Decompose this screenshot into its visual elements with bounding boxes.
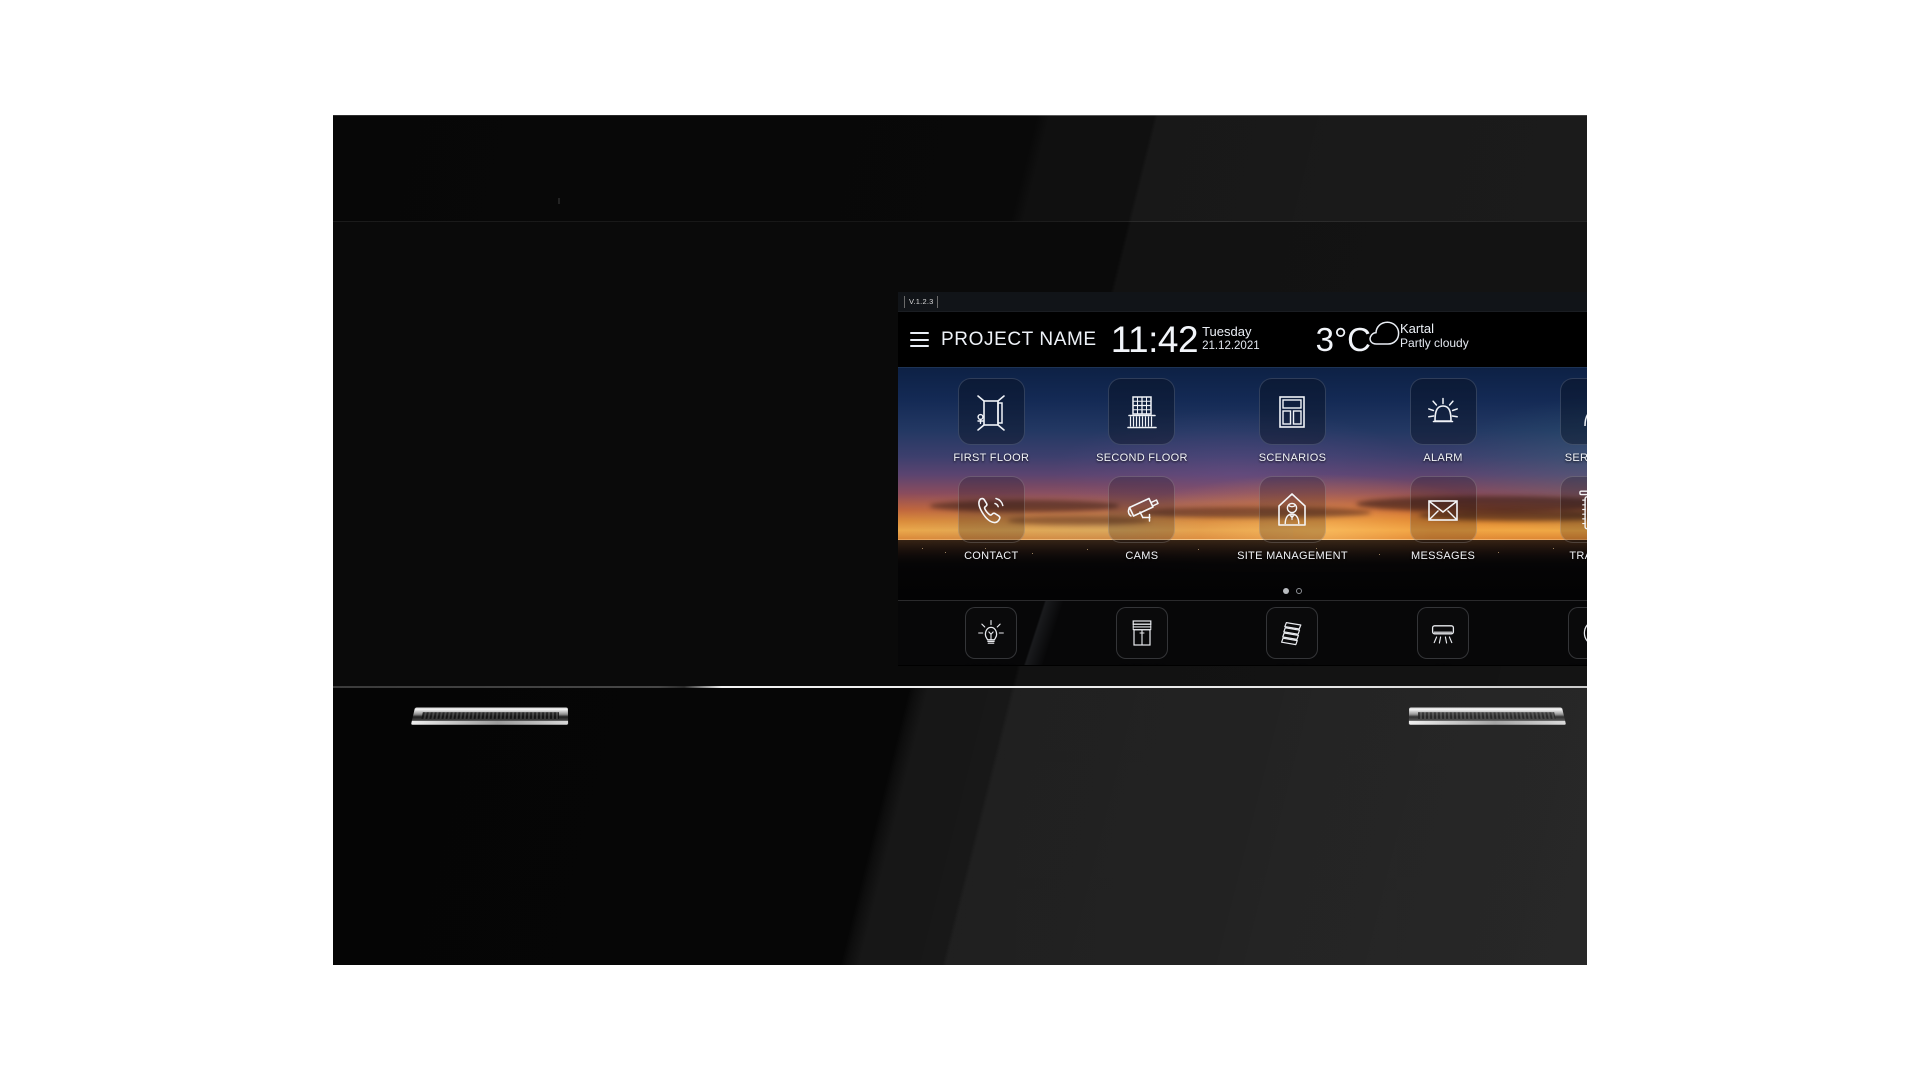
app-grid-row-2: CONTACT CAMS SITE MANAGEMENT MESSAGES TR [898, 476, 1587, 562]
device-frame: V.1.2.3 KNX PROJECT NAME 11:42 [333, 115, 1587, 965]
weather-text-group: Kartal Partly cloudy [1400, 320, 1469, 350]
header-bar: PROJECT NAME 11:42 Tuesday 21.12.2021 3°… [898, 312, 1587, 368]
device-upper-seam [333, 221, 1587, 222]
phone-ringing-icon [957, 476, 1025, 543]
tile-blind[interactable]: BLIND [1237, 607, 1347, 665]
tile-label: FIRST FLOOR [953, 452, 1030, 464]
tile-air[interactable]: AIR [1388, 607, 1498, 665]
tile-label: SECOND FLOOR [1096, 452, 1188, 464]
tile-traffic[interactable]: TRAFFIC [1535, 476, 1587, 562]
speaker-grille-right [1408, 707, 1567, 725]
tile-label: BLIND [1277, 664, 1308, 665]
weather-condition: Partly cloudy [1400, 335, 1469, 350]
weather-city: Kartal [1400, 320, 1434, 336]
page-indicator [898, 588, 1587, 594]
balcony-window-icon [1108, 378, 1176, 445]
weekday-label: Tuesday [1202, 323, 1252, 339]
tile-lighting[interactable]: LIGHTING [936, 607, 1046, 665]
touch-panel-screen: V.1.2.3 KNX PROJECT NAME 11:42 [898, 292, 1587, 666]
weather-widget[interactable]: 3°C Kartal Partly cloudy [1315, 320, 1469, 358]
tile-label: SCENARIOS [1258, 452, 1327, 464]
panel-layout-icon [1258, 378, 1326, 445]
tile-label: CURTAIN [1119, 664, 1165, 665]
envelope-icon [1409, 476, 1477, 543]
tile-label: SERVICES [1564, 452, 1587, 464]
light-bulb-icon [965, 607, 1018, 659]
device-bezel-speck [558, 198, 560, 204]
tile-label: LIGHTING [966, 664, 1016, 665]
tile-services[interactable]: SERVICES [1535, 378, 1587, 464]
air-conditioner-icon [1417, 607, 1470, 659]
blind-slats-icon [1266, 607, 1319, 659]
tile-label: GENERAL [1569, 664, 1587, 665]
firmware-version-label: V.1.2.3 [904, 295, 939, 308]
tile-site-management[interactable]: SITE MANAGEMENT [1233, 476, 1351, 562]
device-top-highlight [333, 115, 1587, 116]
tile-general[interactable]: GENERAL [1539, 607, 1587, 665]
bottom-toolbar: LIGHTING CURTAIN [898, 600, 1587, 665]
house-person-icon [1258, 476, 1326, 543]
clock-time: 11:42 [1110, 318, 1199, 360]
tile-curtain[interactable]: CURTAIN [1087, 607, 1197, 665]
cloud-icon [1368, 320, 1402, 346]
app-grid-row-1: FIRST FLOOR SECOND FLOOR SCENARIOS ALARM… [898, 378, 1587, 464]
tile-label: MESSAGES [1411, 550, 1476, 562]
tile-cams[interactable]: CAMS [1083, 476, 1201, 562]
hamburger-menu-icon[interactable] [910, 332, 929, 347]
security-camera-icon [1108, 476, 1176, 543]
status-bar: V.1.2.3 KNX [898, 292, 1587, 312]
tile-label: AIR [1434, 664, 1452, 665]
speaker-grille-left [410, 707, 569, 725]
device-upper-bezel [333, 115, 1587, 221]
tile-scenarios[interactable]: SCENARIOS [1233, 378, 1351, 464]
tile-label: CONTACT [964, 550, 1019, 562]
date-label: 21.12.2021 [1202, 339, 1260, 352]
alarm-bell-icon [1409, 378, 1477, 445]
page-title: PROJECT NAME [941, 328, 1097, 350]
curtain-icon [1115, 607, 1168, 659]
device-lower-bezel [333, 688, 1587, 965]
page-dot-1[interactable] [1283, 588, 1289, 594]
date-group: Tuesday 21.12.2021 [1202, 323, 1260, 355]
tile-label: SITE MANAGEMENT [1237, 550, 1348, 562]
traffic-light-icon [1560, 476, 1587, 543]
page-dot-2[interactable] [1296, 588, 1302, 594]
temperature-value: 3°C [1315, 320, 1372, 358]
door-open-icon [957, 378, 1025, 445]
target-rings-icon [1567, 607, 1587, 659]
concierge-person-icon [1560, 378, 1587, 445]
main-content-area: FIRST FLOOR SECOND FLOOR SCENARIOS ALARM… [898, 368, 1587, 600]
tile-first-floor[interactable]: FIRST FLOOR [932, 378, 1050, 464]
device-lower-seam [333, 686, 1587, 688]
tile-contact[interactable]: CONTACT [932, 476, 1050, 562]
tile-alarm[interactable]: ALARM [1384, 378, 1502, 464]
tile-second-floor[interactable]: SECOND FLOOR [1083, 378, 1201, 464]
tile-label: TRAFFIC [1569, 550, 1587, 562]
tile-label: CAMS [1125, 550, 1159, 562]
tile-messages[interactable]: MESSAGES [1384, 476, 1502, 562]
tile-label: ALARM [1423, 452, 1463, 464]
